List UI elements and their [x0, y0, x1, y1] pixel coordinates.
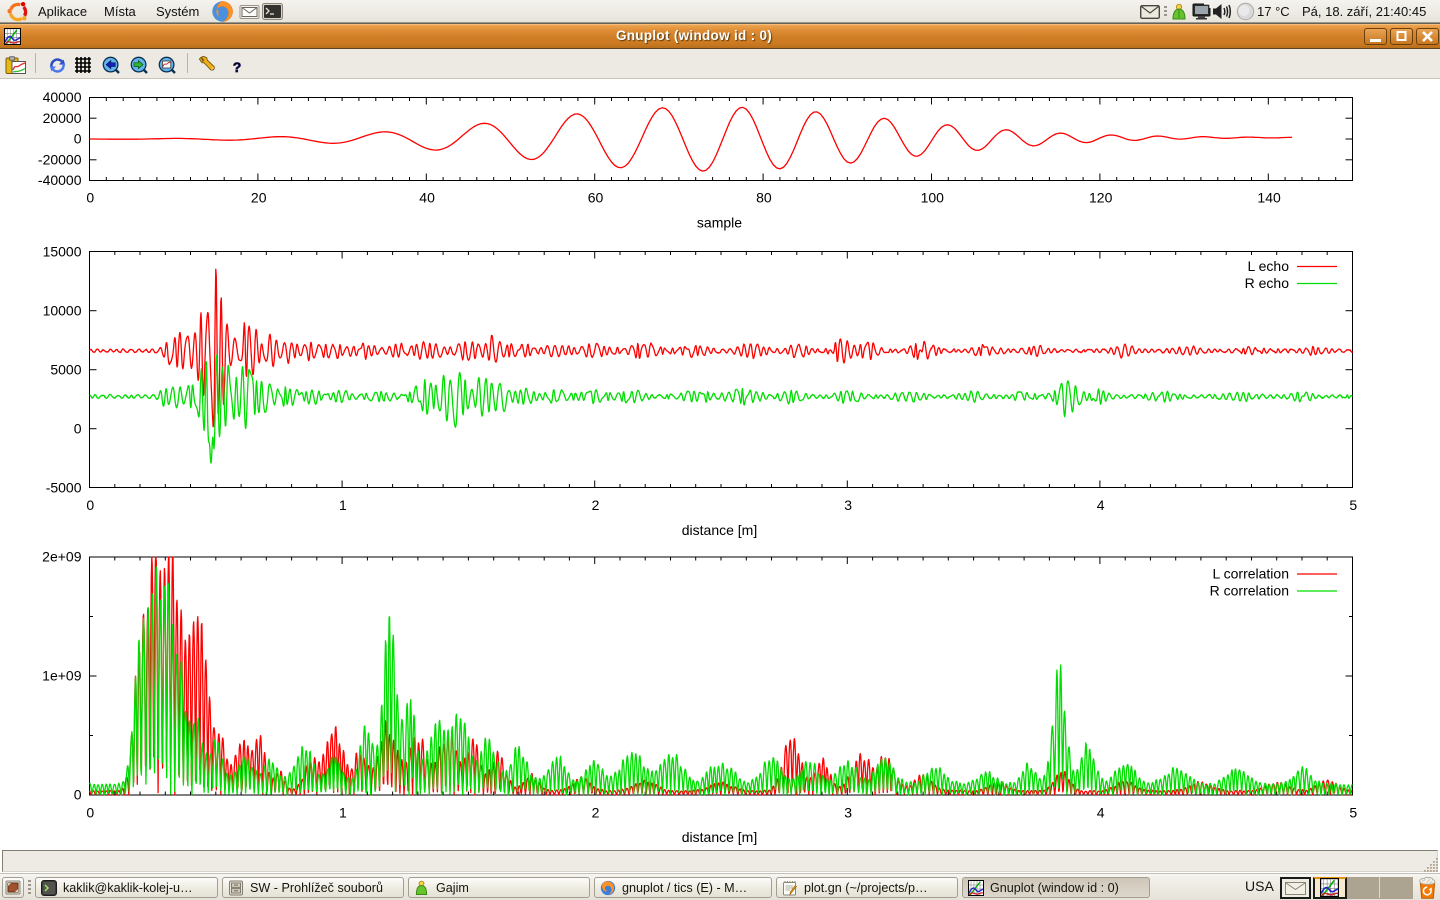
svg-text:-5000: -5000 [46, 479, 82, 495]
svg-text:20: 20 [251, 189, 267, 205]
svg-text:0: 0 [74, 131, 82, 147]
svg-text:20000: 20000 [43, 110, 82, 126]
svg-text:0: 0 [86, 189, 94, 205]
svg-text:10000: 10000 [43, 302, 82, 318]
svg-text:5000: 5000 [50, 361, 81, 377]
svg-text:R correlation: R correlation [1210, 583, 1289, 599]
svg-text:5: 5 [1349, 497, 1357, 513]
svg-text:40000: 40000 [43, 89, 82, 105]
svg-text:L correlation: L correlation [1212, 566, 1289, 582]
svg-text:0: 0 [74, 420, 82, 436]
svg-text:40: 40 [419, 189, 435, 205]
svg-text:sample: sample [697, 214, 742, 230]
svg-text:1: 1 [339, 497, 347, 513]
svg-text:2e+09: 2e+09 [42, 549, 82, 565]
svg-text:4: 4 [1097, 497, 1105, 513]
svg-text:2: 2 [592, 497, 600, 513]
svg-text:80: 80 [756, 189, 772, 205]
svg-text:0: 0 [86, 497, 94, 513]
svg-text:-40000: -40000 [38, 172, 82, 188]
svg-text:120: 120 [1089, 189, 1113, 205]
svg-text:-20000: -20000 [38, 151, 82, 167]
svg-text:140: 140 [1257, 189, 1281, 205]
svg-text:4: 4 [1097, 804, 1105, 820]
svg-text:L echo: L echo [1247, 258, 1289, 274]
svg-text:0: 0 [74, 787, 82, 803]
svg-text:3: 3 [844, 804, 852, 820]
svg-text:R echo: R echo [1245, 275, 1290, 291]
svg-text:100: 100 [921, 189, 945, 205]
svg-text:15000: 15000 [43, 243, 82, 259]
svg-text:1: 1 [339, 804, 347, 820]
svg-text:2: 2 [592, 804, 600, 820]
svg-text:60: 60 [588, 189, 604, 205]
svg-text:distance [m]: distance [m] [682, 522, 757, 538]
svg-text:5: 5 [1349, 804, 1357, 820]
svg-text:0: 0 [86, 804, 94, 820]
svg-text:1e+09: 1e+09 [42, 668, 82, 684]
svg-text:3: 3 [844, 497, 852, 513]
svg-text:distance [m]: distance [m] [682, 829, 757, 845]
